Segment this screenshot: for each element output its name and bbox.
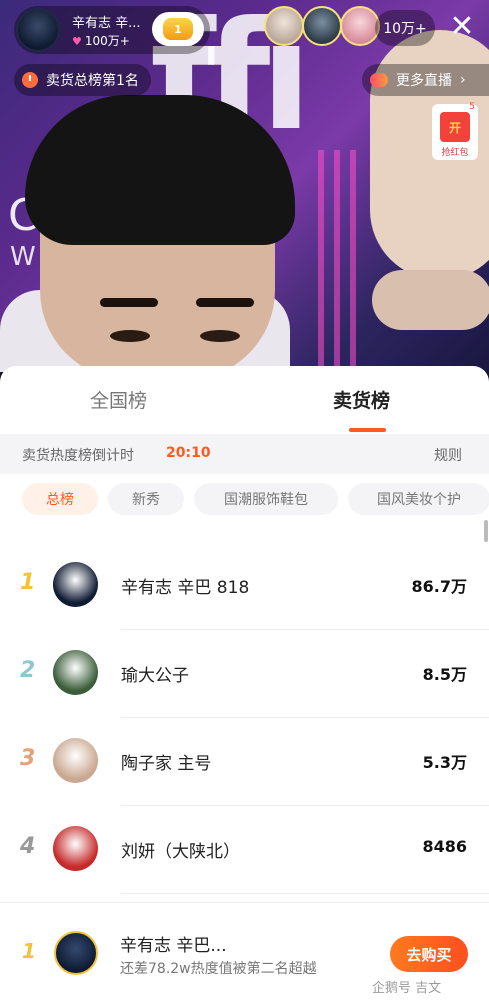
viewer-count[interactable]: 10万+ (375, 10, 435, 46)
category-all[interactable]: 总榜 (22, 483, 98, 515)
host-avatar[interactable] (16, 8, 60, 52)
tab-indicator (349, 428, 386, 432)
viewer-avatar[interactable] (264, 6, 304, 46)
tab-national[interactable]: 全国榜 (90, 386, 147, 413)
streamer-name: 辛有志 辛巴 818 (121, 578, 250, 598)
ranking-row[interactable]: 1 辛有志 辛巴 818 86.7万 (0, 542, 489, 630)
host-eye (110, 330, 150, 342)
watermark: 企鹅号 吉文 (372, 981, 442, 996)
host-brow (100, 298, 158, 307)
countdown-label: 卖货热度榜倒计时 (22, 448, 134, 464)
category-fashion[interactable]: 国潮服饰鞋包 (194, 483, 338, 515)
row-divider (121, 893, 489, 894)
ranking-tabs: 全国榜 卖货榜 (0, 366, 489, 434)
backdrop-stripe (334, 150, 340, 370)
tab-sales[interactable]: 卖货榜 (333, 386, 390, 413)
backdrop-stripe (350, 150, 356, 370)
clock-icon (22, 72, 38, 88)
current-avatar (54, 931, 98, 975)
backdrop-stripe (318, 150, 324, 370)
rank-chip-label: 卖货总榜第1名 (46, 73, 139, 89)
countdown-bar: 卖货热度榜倒计时 20:10 规则 (0, 434, 489, 474)
red-packet-label: 抢红包 (441, 148, 469, 158)
ranking-row[interactable]: 4 刘妍（大陕北） 8486 (0, 806, 489, 894)
current-streamer-bar: 1 辛有志 辛巴... 还差78.2w热度值被第二名超越 去购买 企鹅号 吉文 (0, 902, 489, 1000)
category-filter: 总榜 新秀 国潮服饰鞋包 国风美妆个护 (22, 483, 489, 517)
rank-number: 3 (20, 746, 36, 771)
ranking-sheet: 全国榜 卖货榜 卖货热度榜倒计时 20:10 规则 总榜 新秀 国潮服饰鞋包 国… (0, 366, 489, 1000)
category-beauty[interactable]: 国风美妆个护 (348, 483, 489, 515)
rank-number: 2 (20, 658, 36, 683)
heat-gap-hint: 还差78.2w热度值被第二名超越 (120, 961, 317, 977)
category-newcomer[interactable]: 新秀 (108, 483, 184, 515)
heat-score: 5.3万 (422, 753, 467, 772)
crown-icon: 1 (163, 18, 193, 40)
heat-score: 8486 (422, 837, 467, 856)
avatar[interactable] (53, 826, 98, 871)
avatar[interactable] (53, 738, 98, 783)
viewer-avatar[interactable] (302, 6, 342, 46)
current-name: 辛有志 辛巴... (120, 936, 227, 956)
current-rank: 1 (22, 939, 36, 963)
countdown-timer: 20:10 (166, 445, 211, 461)
avatar[interactable] (53, 562, 98, 607)
close-icon[interactable]: ✕ (446, 12, 478, 44)
rank-number: 1 (20, 570, 36, 595)
live-wave-icon (370, 73, 388, 87)
ranking-row[interactable]: 2 瑜大公子 8.5万 (0, 630, 489, 718)
avatar[interactable] (53, 650, 98, 695)
more-live-label: 更多直播 (396, 73, 452, 89)
ranking-row[interactable]: 3 陶子家 主号 5.3万 (0, 718, 489, 806)
heat-score: 86.7万 (411, 577, 467, 596)
host-name: 辛有志 辛... (72, 16, 141, 31)
chevron-right-icon: › (460, 72, 466, 88)
viewer-avatar[interactable] (340, 6, 380, 46)
rules-link[interactable]: 规则 (434, 445, 462, 465)
streamer-name: 陶子家 主号 (121, 754, 212, 774)
live-video[interactable]: ffi C W (0, 0, 489, 372)
more-live-button[interactable]: 更多直播 › (362, 64, 489, 96)
heat-score: 8.5万 (422, 665, 467, 684)
rank-number: 4 (20, 834, 36, 859)
host-eye (200, 330, 240, 342)
host-brow (196, 298, 254, 307)
fan-club-button[interactable]: 1 (152, 12, 204, 46)
streamer-name: 瑜大公子 (121, 666, 189, 686)
heart-icon: ♥ (72, 35, 82, 48)
go-buy-button[interactable]: 去购买 (390, 936, 468, 972)
host-likes-count: 100万+ (84, 34, 130, 48)
streamer-name: 刘妍（大陕北） (121, 842, 240, 862)
rank-chip[interactable]: 卖货总榜第1名 (14, 64, 151, 96)
red-packet-count: 5 (469, 102, 475, 112)
mascot-arm (372, 270, 489, 330)
host-likes: ♥ 100万+ (72, 32, 130, 49)
backdrop-letter-w: W (10, 242, 36, 272)
red-packet-icon: 开 (440, 112, 470, 142)
red-packet-button[interactable]: 开 5 抢红包 (432, 102, 478, 160)
scrollbar[interactable] (484, 520, 488, 542)
